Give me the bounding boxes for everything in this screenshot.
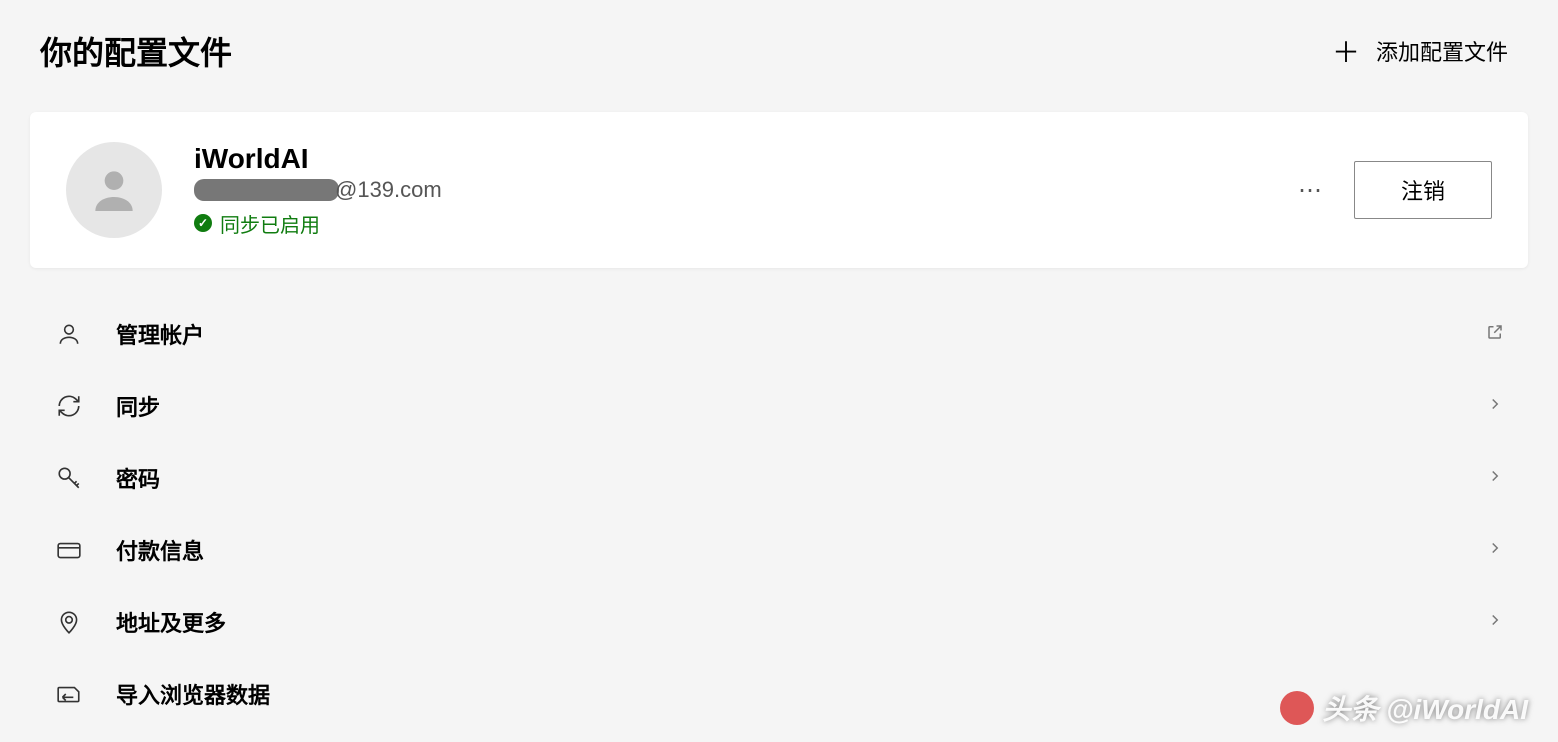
settings-item-payment[interactable]: 付款信息: [50, 514, 1508, 586]
chevron-right-icon: [1486, 395, 1504, 418]
sync-status-label: 同步已启用: [220, 209, 320, 238]
email-redacted: [194, 179, 339, 201]
watermark-text: 头条 @iWorldAI: [1322, 688, 1528, 728]
settings-item-label: 地址及更多: [116, 606, 1486, 638]
chevron-right-icon: [1486, 539, 1504, 562]
chevron-right-icon: [1486, 611, 1504, 634]
location-icon: [54, 607, 84, 637]
chevron-right-icon: [1486, 467, 1504, 490]
profile-name: iWorldAI: [194, 143, 1292, 175]
sync-status: ✓ 同步已启用: [194, 209, 1292, 238]
settings-item-passwords[interactable]: 密码: [50, 442, 1508, 514]
watermark-logo-icon: [1280, 691, 1314, 725]
check-circle-icon: ✓: [194, 214, 212, 232]
external-link-icon: [1486, 323, 1504, 346]
sync-icon: [54, 391, 84, 421]
more-options-button[interactable]: ⋯: [1292, 170, 1330, 211]
settings-item-manage-account[interactable]: 管理帐户: [50, 298, 1508, 370]
logout-button[interactable]: 注销: [1354, 161, 1492, 219]
key-icon: [54, 463, 84, 493]
watermark: 头条 @iWorldAI: [1280, 688, 1528, 728]
settings-item-addresses[interactable]: 地址及更多: [50, 586, 1508, 658]
plus-icon: ＋: [1332, 31, 1360, 71]
settings-item-label: 同步: [116, 390, 1486, 422]
add-profile-button[interactable]: ＋ 添加配置文件: [1322, 25, 1518, 77]
card-icon: [54, 535, 84, 565]
person-icon: [54, 319, 84, 349]
settings-item-label: 付款信息: [116, 534, 1486, 566]
profile-card: iWorldAI @139.com ✓ 同步已启用 ⋯ 注销: [30, 112, 1528, 268]
settings-item-label: 管理帐户: [116, 318, 1486, 350]
profile-email: @139.com: [194, 177, 1292, 203]
settings-item-sync[interactable]: 同步: [50, 370, 1508, 442]
settings-item-label: 密码: [116, 462, 1486, 494]
page-title: 你的配置文件: [40, 28, 232, 74]
email-suffix: @139.com: [335, 177, 442, 203]
avatar: [66, 142, 162, 238]
import-icon: [54, 679, 84, 709]
settings-list: 管理帐户 同步 密码 付款信息 地址及更: [30, 298, 1528, 730]
add-profile-label: 添加配置文件: [1376, 35, 1508, 67]
